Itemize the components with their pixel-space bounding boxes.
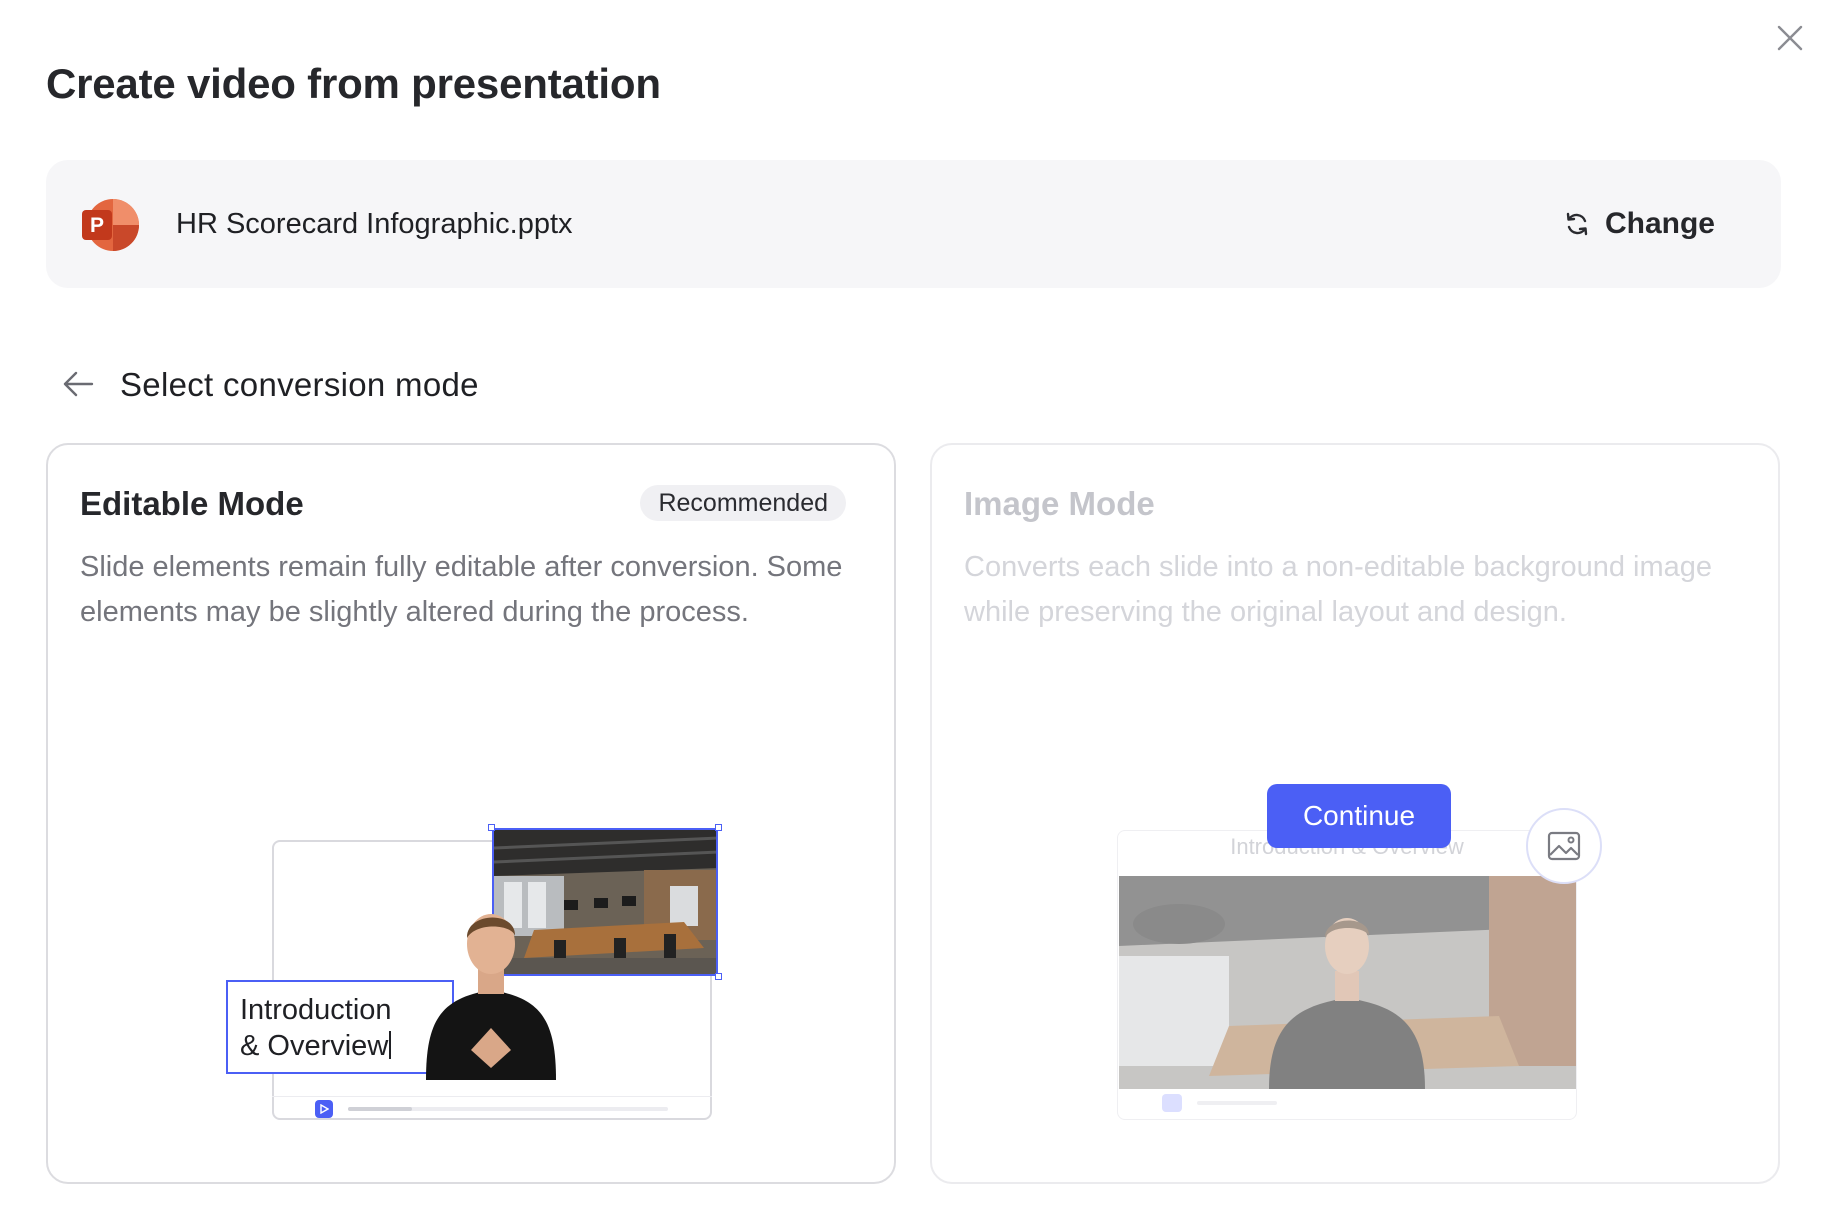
change-label: Change — [1604, 207, 1715, 240]
arrow-left-icon — [63, 371, 94, 397]
text-line-1: Introduction — [240, 994, 392, 1026]
close-button[interactable] — [1770, 18, 1810, 58]
file-name: HR Scorecard Infographic.pptx — [176, 208, 573, 240]
text-cursor — [389, 1031, 392, 1059]
image-icon — [1547, 831, 1581, 861]
resize-handle[interactable] — [715, 973, 722, 980]
editable-mode-title: Editable Mode — [80, 485, 304, 522]
resize-handle[interactable] — [488, 824, 495, 831]
continue-button[interactable]: Continue — [1267, 784, 1451, 848]
text-line-2: & Overview — [240, 1030, 389, 1062]
play-button[interactable] — [315, 1100, 333, 1118]
file-bar: P HR Scorecard Infographic.pptx Change — [46, 160, 1781, 288]
presenter-figure — [416, 890, 566, 1080]
image-progress-track — [1197, 1101, 1277, 1105]
close-icon — [1777, 25, 1803, 51]
image-mode-badge — [1526, 808, 1602, 884]
editable-mode-card[interactable]: Editable Mode Recommended Slide elements… — [46, 443, 896, 1184]
editable-mode-description: Slide elements remain fully editable aft… — [80, 551, 843, 628]
recommended-badge: Recommended — [640, 485, 846, 521]
section-title: Select conversion mode — [120, 366, 479, 403]
back-button[interactable] — [60, 366, 96, 402]
refresh-icon — [1566, 212, 1588, 236]
image-mode-card[interactable]: Image Mode Converts each slide into a no… — [930, 443, 1780, 1184]
change-file-button[interactable]: Change — [1559, 194, 1719, 254]
resize-handle[interactable] — [715, 824, 722, 831]
image-mode-title: Image Mode — [964, 485, 1155, 522]
powerpoint-icon: P — [82, 196, 140, 254]
progress-fill — [348, 1107, 412, 1111]
play-icon — [320, 1104, 329, 1114]
image-mode-description: Converts each slide into a non-editable … — [964, 551, 1713, 628]
powerpoint-letter: P — [90, 214, 104, 237]
dialog-title: Create video from presentation — [46, 60, 661, 107]
image-slide-background — [1119, 876, 1576, 1089]
image-play-button — [1162, 1094, 1182, 1112]
